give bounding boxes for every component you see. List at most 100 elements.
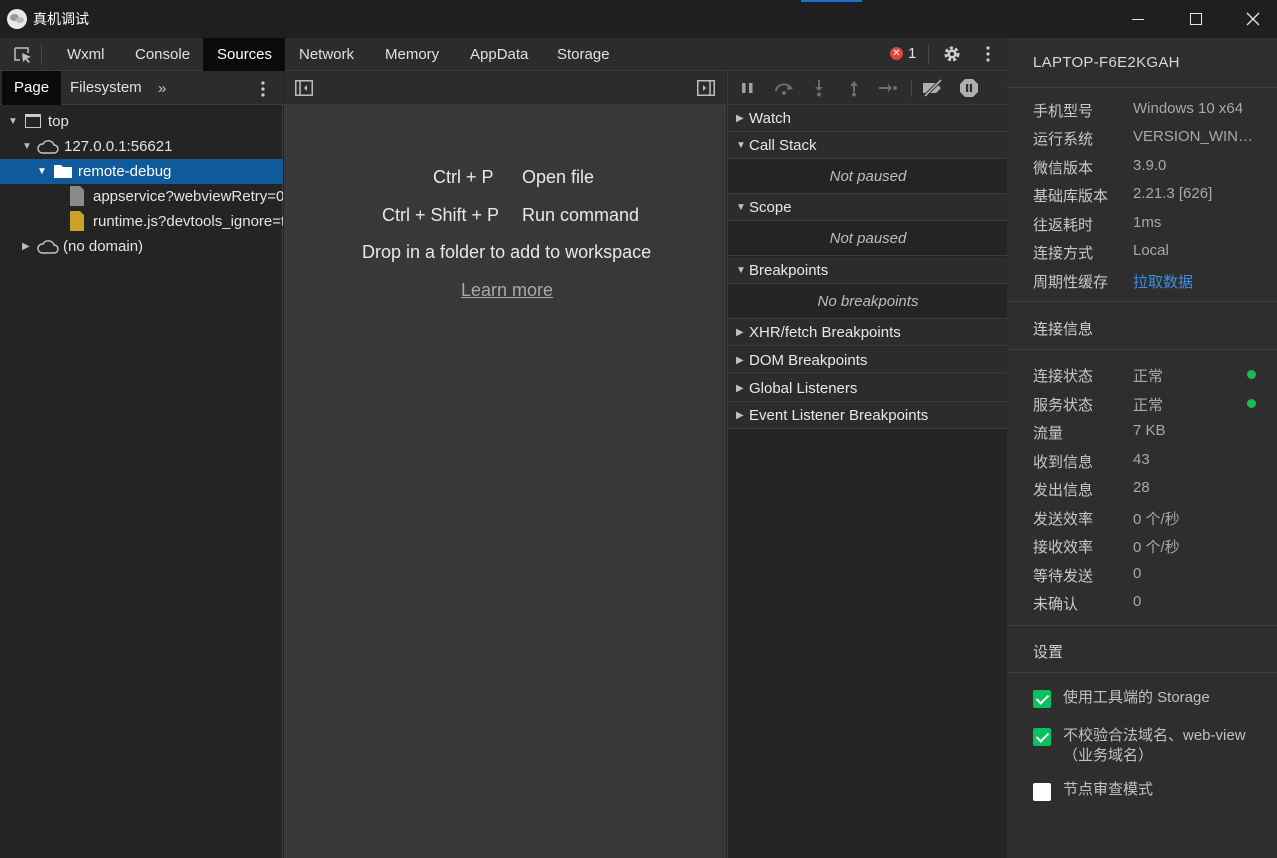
debugger-toolbar xyxy=(728,71,1008,105)
skip-domain-check-checkbox[interactable] xyxy=(1033,728,1051,746)
error-icon[interactable]: ✕ xyxy=(890,47,903,60)
close-button[interactable] xyxy=(1224,0,1277,38)
tab-separator xyxy=(928,45,929,65)
collapsed-arrow-icon[interactable]: ▶ xyxy=(736,347,744,374)
info-value: 0 xyxy=(1133,593,1142,610)
deactivate-breakpoints-icon[interactable] xyxy=(921,79,945,97)
toolbar-separator xyxy=(911,80,912,97)
run-command-label: Run command xyxy=(522,205,640,225)
toggle-debugger-icon[interactable] xyxy=(697,80,715,96)
info-value: VERSION_WIN10_21H2 xyxy=(1133,128,1261,145)
info-value: 0 个/秒 xyxy=(1133,539,1180,556)
window-title: 真机调试 xyxy=(33,11,89,27)
expanded-arrow-icon[interactable]: ▼ xyxy=(37,159,47,184)
minimize-icon xyxy=(1132,18,1144,20)
tab-console[interactable]: Console xyxy=(121,38,204,71)
tab-wxml[interactable]: Wxml xyxy=(53,38,119,71)
section-call-stack[interactable]: ▼ Call Stack xyxy=(728,132,1008,159)
section-breakpoints[interactable]: ▼ Breakpoints xyxy=(728,257,1008,284)
use-tool-storage-label: 使用工具端的 Storage xyxy=(1063,689,1210,706)
info-key: 收到信息 xyxy=(1033,454,1094,471)
expanded-arrow-icon[interactable]: ▼ xyxy=(736,132,746,159)
info-key: 等待发送 xyxy=(1033,568,1094,585)
connection-status-dot xyxy=(1247,370,1256,379)
tab-memory[interactable]: Memory xyxy=(371,38,453,71)
tree-label: (no domain) xyxy=(63,238,144,255)
info-key: 流量 xyxy=(1033,425,1064,442)
tab-storage[interactable]: Storage xyxy=(543,38,624,71)
section-event-listener-breakpoints[interactable]: ▶ Event Listener Breakpoints xyxy=(728,402,1008,429)
tab-appdata[interactable]: AppData xyxy=(456,38,542,71)
collapsed-arrow-icon[interactable]: ▶ xyxy=(736,319,744,346)
step-out-icon[interactable] xyxy=(845,79,863,97)
open-file-shortcut: Ctrl + P xyxy=(433,167,494,187)
info-key: 运行系统 xyxy=(1033,131,1094,148)
folder-icon xyxy=(54,165,72,178)
scope-status: Not paused xyxy=(728,221,1008,256)
tree-node-runtime-js[interactable]: runtime.js?devtools_ignore=true xyxy=(0,209,283,234)
frame-icon xyxy=(25,114,41,128)
open-file-label: Open file xyxy=(522,167,595,187)
tab-filesystem[interactable]: Filesystem xyxy=(58,71,154,105)
divider xyxy=(1007,625,1277,626)
info-value: 正常 xyxy=(1133,397,1164,414)
node-inspect-mode-checkbox[interactable] xyxy=(1033,783,1051,801)
section-xhr-breakpoints[interactable]: ▶ XHR/fetch Breakpoints xyxy=(728,319,1008,346)
collapsed-arrow-icon[interactable]: ▶ xyxy=(736,105,744,132)
expanded-arrow-icon[interactable]: ▼ xyxy=(736,257,746,284)
step-over-icon[interactable] xyxy=(773,79,795,97)
maximize-button[interactable] xyxy=(1167,0,1225,38)
info-value: 43 xyxy=(1133,451,1150,468)
tab-separator xyxy=(41,45,42,65)
learn-more-link[interactable]: Learn more xyxy=(461,280,553,301)
more-tabs-icon[interactable]: » xyxy=(158,80,166,97)
collapsed-arrow-icon[interactable]: ▶ xyxy=(736,375,744,402)
tree-label: remote-debug xyxy=(78,163,172,180)
use-tool-storage-checkbox[interactable] xyxy=(1033,690,1051,708)
tab-sources[interactable]: Sources xyxy=(203,38,285,71)
expanded-arrow-icon[interactable]: ▼ xyxy=(736,194,746,221)
pause-icon[interactable] xyxy=(739,79,757,97)
tree-label: top xyxy=(48,113,69,130)
more-options-icon[interactable] xyxy=(983,44,993,64)
section-scope[interactable]: ▼ Scope xyxy=(728,194,1008,221)
info-key: 未确认 xyxy=(1033,596,1079,613)
section-watch[interactable]: ▶ Watch xyxy=(728,105,1008,132)
navigator-menu-icon[interactable] xyxy=(258,79,268,99)
info-key: 周期性缓存 xyxy=(1033,274,1109,291)
tab-network[interactable]: Network xyxy=(285,38,368,71)
minimize-button[interactable] xyxy=(1109,0,1167,38)
tree-node-host[interactable]: ▼ 127.0.0.1:56621 xyxy=(0,134,283,159)
toggle-navigator-icon[interactable] xyxy=(295,80,313,96)
inspect-element-icon[interactable] xyxy=(13,46,33,64)
tree-node-top[interactable]: ▼ top xyxy=(0,109,283,134)
info-value: Local xyxy=(1133,242,1169,259)
device-name: LAPTOP-F6E2KGAH xyxy=(1033,54,1180,71)
expanded-arrow-icon[interactable]: ▼ xyxy=(22,134,32,159)
section-dom-breakpoints[interactable]: ▶ DOM Breakpoints xyxy=(728,347,1008,374)
step-icon[interactable] xyxy=(878,79,898,97)
tree-label: runtime.js?devtools_ignore=true xyxy=(93,213,283,230)
tree-node-appservice[interactable]: appservice?webviewRetry=0& xyxy=(0,184,283,209)
tab-page[interactable]: Page xyxy=(2,71,62,105)
pause-on-exceptions-icon[interactable] xyxy=(959,78,979,98)
expanded-arrow-icon[interactable]: ▼ xyxy=(8,109,18,134)
divider xyxy=(1007,672,1277,673)
divider xyxy=(1007,349,1277,350)
fetch-cache-link[interactable]: 拉取数据 xyxy=(1133,271,1261,292)
close-icon xyxy=(1246,12,1260,26)
step-into-icon[interactable] xyxy=(810,79,828,97)
gear-icon[interactable] xyxy=(942,44,962,64)
info-key: 服务状态 xyxy=(1033,397,1094,414)
collapsed-arrow-icon[interactable]: ▶ xyxy=(22,234,30,259)
error-count[interactable]: 1 xyxy=(908,45,916,62)
tree-node-no-domain[interactable]: ▶ (no domain) xyxy=(0,234,283,259)
section-global-listeners[interactable]: ▶ Global Listeners xyxy=(728,375,1008,402)
service-status-dot xyxy=(1247,399,1256,408)
divider xyxy=(1007,301,1277,302)
title-accent-bar xyxy=(801,0,862,2)
collapsed-arrow-icon[interactable]: ▶ xyxy=(736,402,744,429)
tree-node-remote-debug[interactable]: ▼ remote-debug xyxy=(0,159,283,184)
drop-folder-hint: Drop in a folder to add to workspace xyxy=(362,242,652,262)
tree-label: 127.0.0.1:56621 xyxy=(64,138,173,155)
